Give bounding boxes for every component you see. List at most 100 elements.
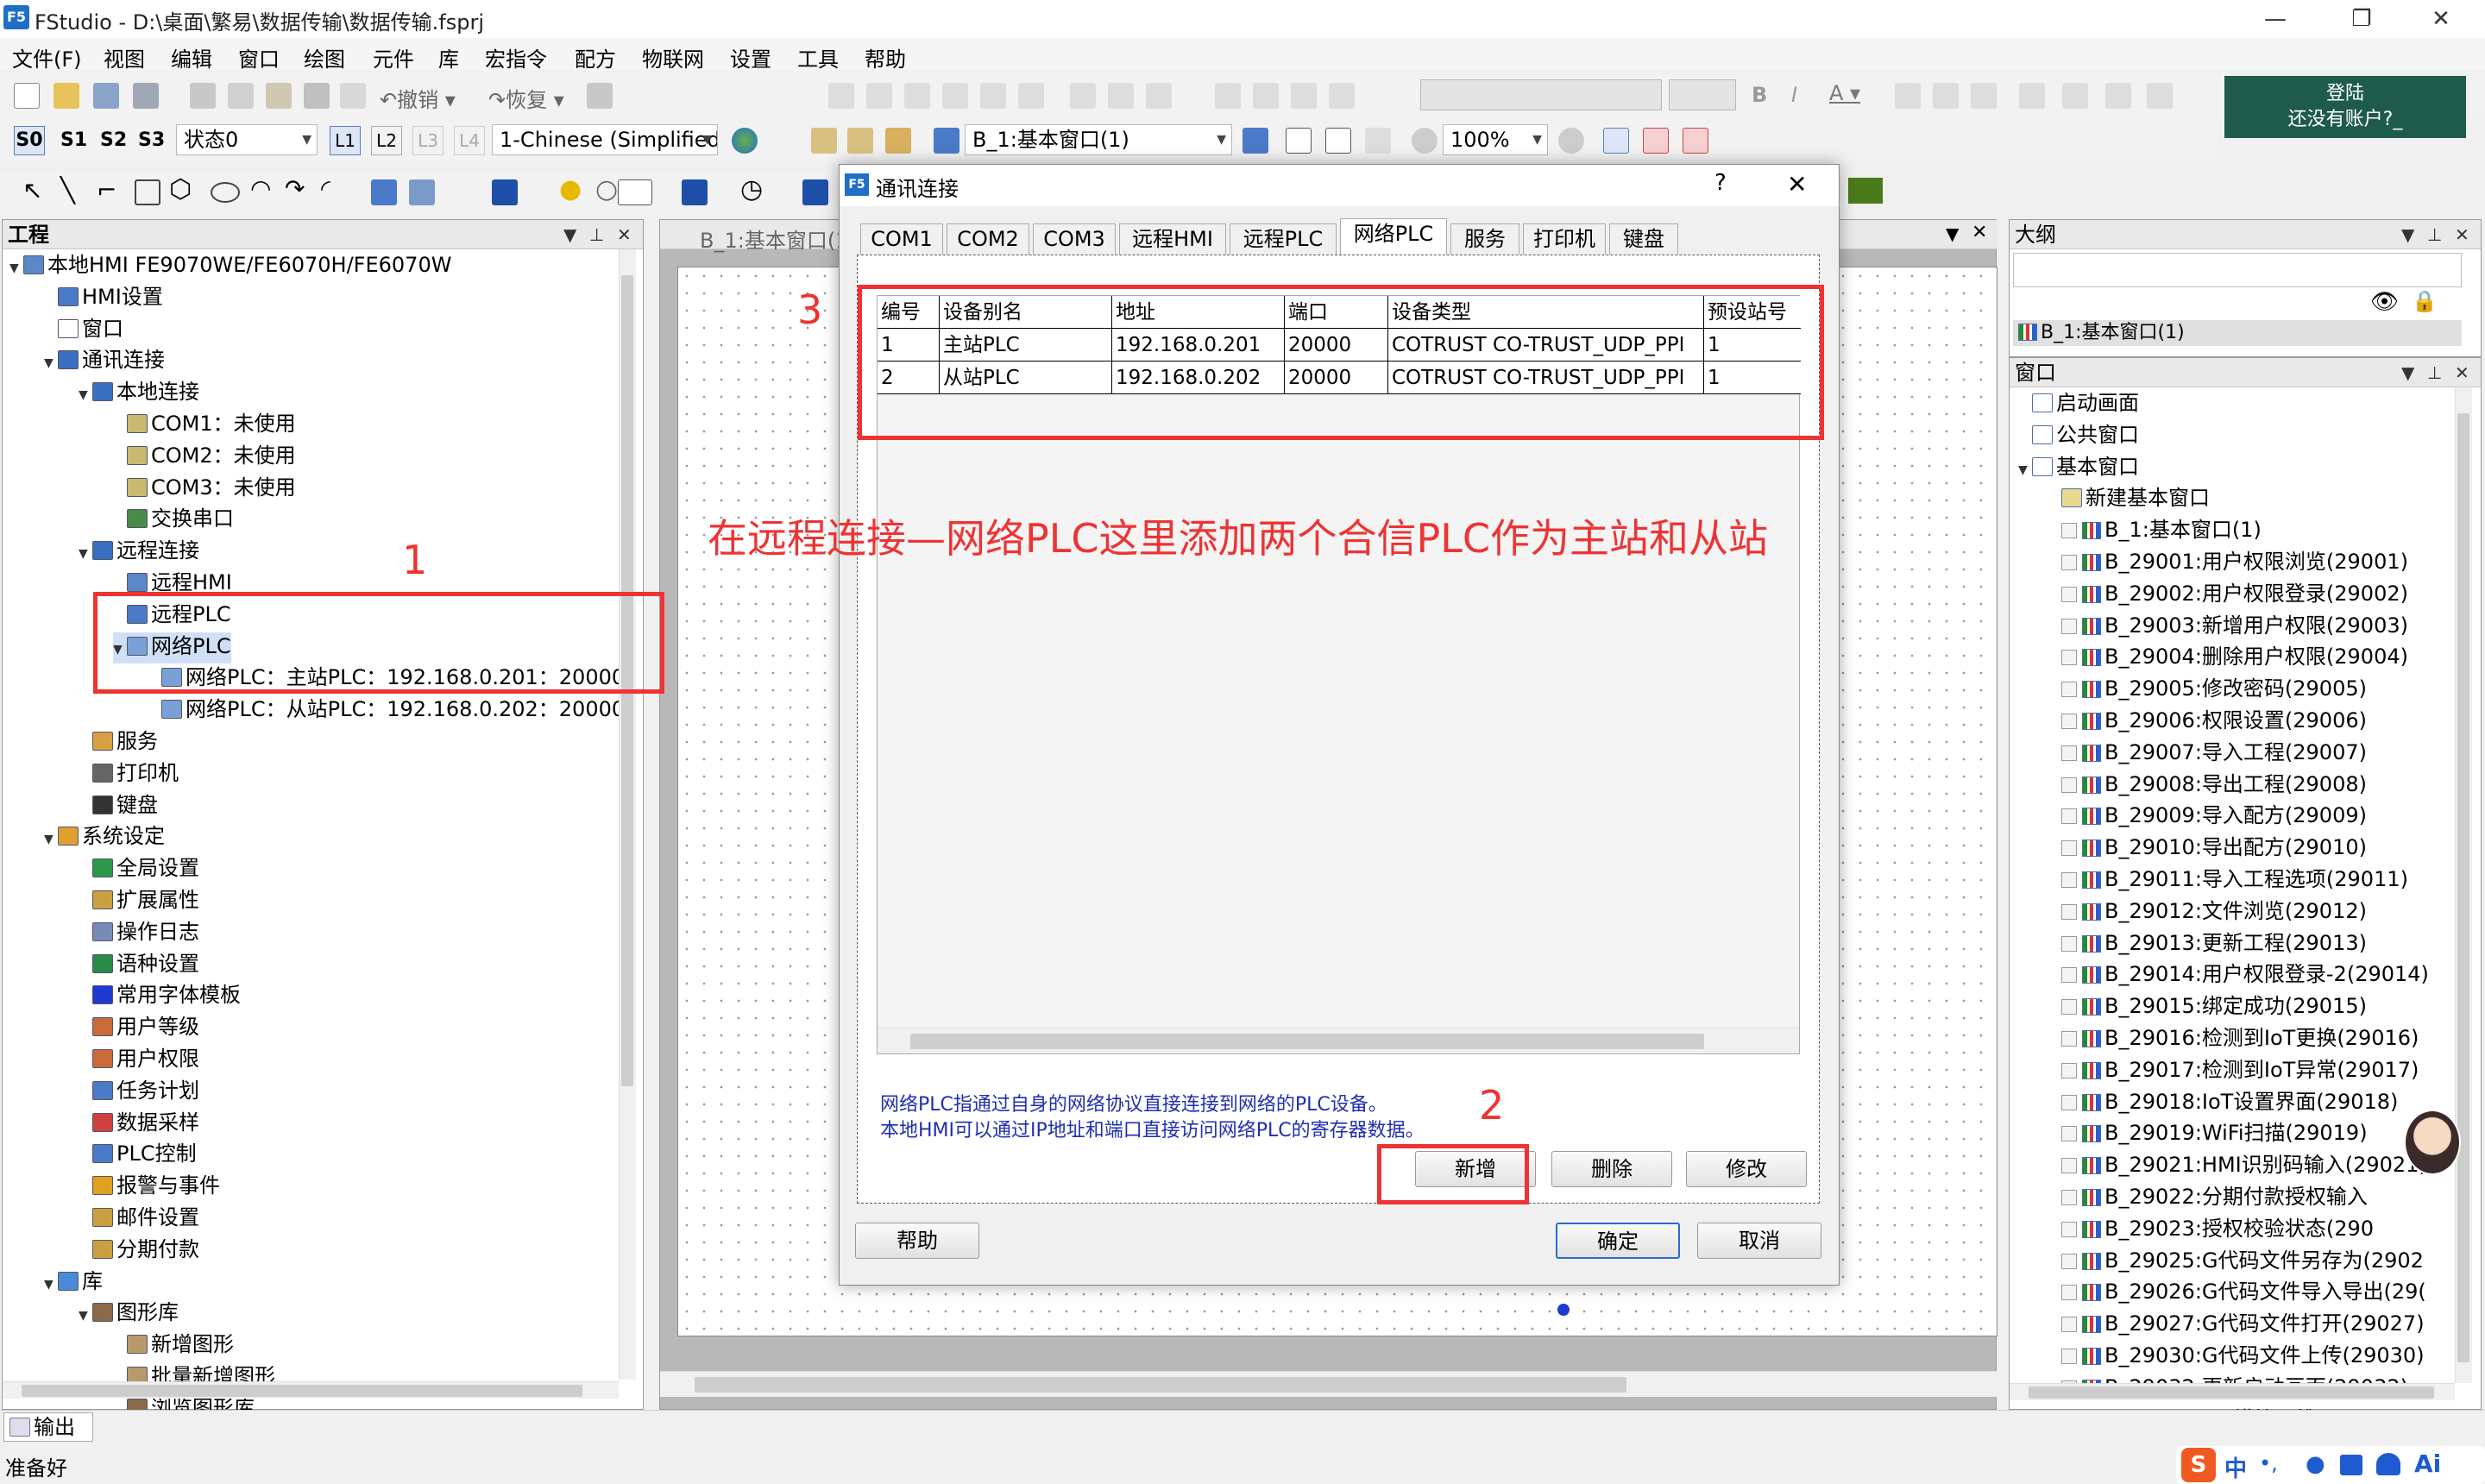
help-button[interactable]: 帮助 bbox=[855, 1223, 979, 1259]
window-list-item[interactable]: B_29012:文件浏览(29012) bbox=[2048, 897, 2367, 925]
window-checkbox[interactable] bbox=[2061, 1158, 2077, 1174]
window-panel-menu-icon[interactable]: ▼ bbox=[2401, 358, 2414, 387]
tree-item[interactable]: 语种设置 bbox=[79, 950, 199, 978]
rotate-icon[interactable] bbox=[2019, 83, 2045, 109]
window-list-item[interactable]: B_29011:导入工程选项(29011) bbox=[2048, 865, 2408, 893]
tree-item[interactable]: ▼ 通讯连接 bbox=[44, 346, 165, 377]
tree-item[interactable]: 全局设置 bbox=[79, 854, 199, 882]
text-align-left-icon[interactable] bbox=[1895, 83, 1921, 109]
language-combo[interactable]: 1-Chinese (Simplified ▼ bbox=[492, 124, 718, 155]
ok-button[interactable]: 确定 bbox=[1556, 1223, 1680, 1259]
find-icon[interactable] bbox=[587, 83, 613, 109]
window-list-item[interactable]: B_29018:IoT设置界面(29018) bbox=[2048, 1088, 2398, 1116]
zoom-in-icon[interactable] bbox=[1412, 128, 1438, 154]
window-list-item[interactable]: B_29005:修改密码(29005) bbox=[2048, 675, 2367, 702]
flip-icon[interactable] bbox=[2062, 83, 2088, 109]
expand-toggle-icon[interactable]: ▼ bbox=[79, 381, 92, 409]
window-checkbox[interactable] bbox=[2061, 999, 2077, 1016]
tree-item[interactable]: ▼ 远程连接 bbox=[79, 537, 199, 568]
ime-logo-icon[interactable]: S bbox=[2181, 1448, 2216, 1482]
tree-item[interactable]: 任务计划 bbox=[79, 1077, 199, 1104]
window-vscroll[interactable] bbox=[2455, 387, 2472, 1383]
window-checkbox[interactable] bbox=[2061, 1190, 2077, 1205]
expand-toggle-icon[interactable]: ▼ bbox=[79, 540, 92, 568]
ai-icon[interactable]: Ai bbox=[2414, 1449, 2441, 1478]
font-family-combo[interactable] bbox=[1420, 79, 1662, 110]
tree-item[interactable]: COM1：未使用 bbox=[113, 410, 296, 437]
window-list-item[interactable]: 新建基本窗口 bbox=[2048, 484, 2210, 512]
font-size-combo[interactable] bbox=[1669, 79, 1736, 110]
keypad-icon[interactable] bbox=[682, 179, 708, 205]
editor-tab[interactable]: B_1:基本窗口(1 bbox=[700, 223, 848, 254]
tree-item[interactable]: 键盘 bbox=[79, 791, 158, 819]
more-components-icon[interactable] bbox=[802, 179, 828, 205]
state-combo[interactable]: 状态0 ▼ bbox=[176, 124, 318, 155]
lock-icon[interactable]: 🔒 bbox=[2412, 289, 2438, 313]
window-checkbox[interactable] bbox=[2061, 777, 2077, 793]
minimize-button[interactable]: — bbox=[2238, 0, 2312, 38]
window-list-item[interactable]: B_29017:检测到IoT异常(29017) bbox=[2048, 1056, 2419, 1084]
panel-pin-icon[interactable]: ⊥ bbox=[589, 220, 604, 249]
rectangle-icon[interactable] bbox=[135, 179, 160, 205]
editor-hscroll[interactable] bbox=[660, 1371, 1997, 1397]
tree-item[interactable]: 常用字体模板 bbox=[79, 981, 241, 1009]
tab-keyboard[interactable]: 键盘 bbox=[1609, 223, 1678, 255]
pin-icon[interactable] bbox=[2147, 83, 2173, 109]
tree-item[interactable]: 邮件设置 bbox=[79, 1204, 199, 1231]
window-list-item[interactable]: B_1:基本窗口(1) bbox=[2048, 516, 2262, 544]
window-list-icon[interactable] bbox=[811, 128, 837, 154]
project-hscroll-thumb[interactable] bbox=[22, 1385, 582, 1397]
tree-item[interactable]: 报警与事件 bbox=[79, 1172, 220, 1199]
window-checkbox[interactable] bbox=[2061, 1126, 2077, 1142]
tree-item[interactable]: ▼ 本地连接 bbox=[79, 378, 199, 409]
window-list-item[interactable]: B_29015:绑定成功(29015) bbox=[2048, 992, 2367, 1020]
numeric-input-icon[interactable] bbox=[618, 179, 652, 205]
tree-item[interactable]: 打印机 bbox=[79, 759, 179, 787]
tab-com2[interactable]: COM2 bbox=[947, 223, 1029, 255]
window-list-item[interactable]: B_29004:删除用户权限(29004) bbox=[2048, 643, 2408, 670]
window-list-item[interactable]: 启动画面 bbox=[2018, 389, 2139, 417]
editor-menu-icon[interactable]: ▼ bbox=[1946, 223, 1959, 244]
tree-item[interactable]: HMI设置 bbox=[44, 283, 163, 311]
tree-item[interactable]: COM3：未使用 bbox=[113, 474, 296, 501]
eye-icon[interactable]: 👁 bbox=[2370, 289, 2399, 315]
battery-icon[interactable] bbox=[1848, 178, 1883, 204]
microphone-icon[interactable]: ● bbox=[2306, 1451, 2325, 1477]
align-center-icon[interactable] bbox=[866, 83, 892, 109]
align-right-icon[interactable] bbox=[904, 83, 930, 109]
window-list-item[interactable]: B_29016:检测到IoT更换(29016) bbox=[2048, 1024, 2419, 1052]
tree-item[interactable]: 用户权限 bbox=[79, 1045, 199, 1072]
menu-library[interactable]: 库 bbox=[438, 42, 459, 72]
editor-close-icon[interactable]: ✕ bbox=[1972, 222, 1987, 243]
window-vscroll-thumb[interactable] bbox=[2457, 413, 2469, 1362]
menu-component[interactable]: 元件 bbox=[373, 42, 414, 72]
polyline-icon[interactable]: ⌐ bbox=[97, 176, 116, 204]
dialog-close-icon[interactable]: ✕ bbox=[1787, 170, 1807, 198]
send-back-icon[interactable] bbox=[1253, 83, 1279, 109]
window-checkbox[interactable] bbox=[2061, 840, 2077, 857]
project-vscroll[interactable] bbox=[619, 249, 636, 1380]
window-list-item[interactable]: B_29019:WiFi扫描(29019) bbox=[2048, 1119, 2368, 1147]
close-window-button[interactable]: ✕ bbox=[2404, 0, 2478, 38]
window-select-combo[interactable]: B_1:基本窗口(1) ▼ bbox=[965, 124, 1232, 155]
window-checkbox[interactable] bbox=[2061, 682, 2077, 698]
keyboard-icon[interactable] bbox=[2340, 1455, 2362, 1475]
font-color-icon[interactable]: A ▾ bbox=[1829, 81, 1860, 105]
window-list-item[interactable]: 公共窗口 bbox=[2018, 421, 2139, 449]
tree-item[interactable]: 新增图形 bbox=[113, 1330, 234, 1358]
window-list-item[interactable]: ▼ 基本窗口 bbox=[2018, 453, 2139, 484]
avatar[interactable] bbox=[2404, 1110, 2461, 1175]
italic-icon[interactable]: I bbox=[1791, 83, 1797, 107]
window-checkbox[interactable] bbox=[2061, 1253, 2077, 1269]
tree-item[interactable]: ▼ 本地HMI FE9070WE/FE6070H/FE6070W bbox=[9, 251, 451, 282]
new-file-icon[interactable] bbox=[14, 83, 40, 109]
window-checkbox[interactable] bbox=[2061, 1062, 2077, 1078]
window-props-icon[interactable] bbox=[847, 128, 873, 154]
window-checkbox[interactable] bbox=[2061, 745, 2077, 761]
window-checkbox[interactable] bbox=[2061, 1094, 2077, 1110]
grid-toggle-icon[interactable] bbox=[1603, 128, 1629, 154]
undo-button[interactable]: ↶撤销 ▾ bbox=[380, 83, 456, 113]
window-checkbox[interactable] bbox=[2061, 967, 2077, 984]
paste-icon[interactable] bbox=[266, 83, 292, 109]
menu-file[interactable]: 文件(F) bbox=[12, 42, 82, 72]
